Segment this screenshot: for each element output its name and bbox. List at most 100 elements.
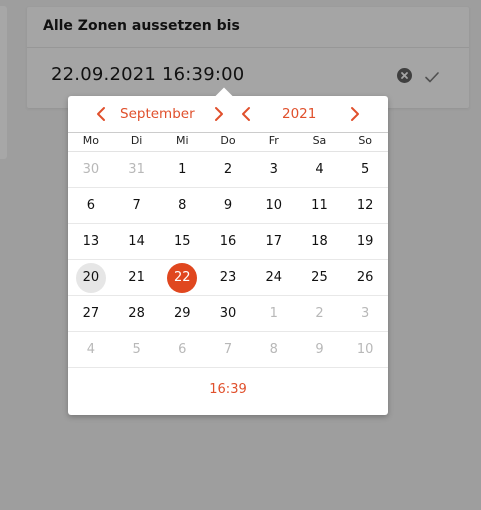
calendar-day-number: 10: [265, 198, 282, 213]
calendar-day[interactable]: 26: [342, 260, 388, 295]
weekday-label: Sa: [312, 134, 327, 147]
calendar-week-row: 27 28 29 30 1 2 3: [68, 296, 388, 332]
calendar-day-number: 30: [82, 162, 100, 177]
calendar-day[interactable]: 2: [205, 152, 251, 187]
calendar-day[interactable]: 14: [114, 224, 160, 259]
calendar-day-number: 1: [178, 162, 187, 177]
calendar-day[interactable]: 6: [159, 332, 205, 367]
calendar-day[interactable]: 28: [114, 296, 160, 331]
calendar-day-number: 23: [219, 270, 237, 285]
calendar-day[interactable]: 15: [159, 224, 205, 259]
calendar-day-number: 11: [311, 198, 328, 213]
calendar-day[interactable]: 10: [251, 188, 297, 223]
calendar-day[interactable]: 1: [251, 296, 297, 331]
calendar-day-number: 24: [265, 270, 282, 285]
prev-month-chevron-left-icon[interactable]: [95, 106, 109, 122]
calendar-day[interactable]: 4: [68, 332, 114, 367]
calendar-day-number: 13: [82, 234, 100, 249]
weekday-row: Mo Di Mi Do Fr Sa So: [68, 133, 388, 149]
calendar-day[interactable]: 8: [159, 188, 205, 223]
dialog-divider: [27, 47, 469, 48]
calendar-day-number: 21: [128, 270, 145, 285]
calendar-day-number: 5: [132, 342, 141, 357]
calendar-day[interactable]: 3: [342, 296, 388, 331]
calendar-day-number: 20: [75, 262, 106, 293]
weekday-label: Di: [130, 134, 143, 147]
calendar-day-number: 26: [356, 270, 374, 285]
calendar-day[interactable]: 7: [114, 188, 160, 223]
next-year-chevron-right-icon[interactable]: [347, 106, 361, 122]
calendar-day[interactable]: 3: [251, 152, 297, 187]
background-panel: [0, 6, 7, 159]
calendar-day-today[interactable]: 20: [68, 260, 114, 295]
clear-icon[interactable]: [397, 68, 412, 83]
calendar-day-number: 28: [128, 306, 145, 321]
calendar-day[interactable]: 19: [342, 224, 388, 259]
calendar-day-number: 4: [315, 162, 324, 177]
calendar-day[interactable]: 4: [297, 152, 343, 187]
calendar-day-number: 31: [128, 162, 145, 177]
calendar-day[interactable]: 27: [68, 296, 114, 331]
calendar-day[interactable]: 1: [159, 152, 205, 187]
calendar-day[interactable]: 12: [342, 188, 388, 223]
calendar-day[interactable]: 18: [297, 224, 343, 259]
calendar-day[interactable]: 9: [205, 188, 251, 223]
calendar-day[interactable]: 5: [114, 332, 160, 367]
calendar-day-number: 5: [361, 162, 370, 177]
weekday-label: Mo: [82, 134, 99, 147]
calendar-day-number: 15: [174, 234, 191, 249]
calendar-day[interactable]: 30: [68, 152, 114, 187]
calendar-day-number: 19: [356, 234, 374, 249]
calendar-week-row: 20 21 22 23 24 25 26: [68, 260, 388, 296]
calendar-day[interactable]: 8: [251, 332, 297, 367]
calendar-day[interactable]: 11: [297, 188, 343, 223]
calendar-day[interactable]: 5: [342, 152, 388, 187]
prev-year-chevron-left-icon[interactable]: [240, 106, 254, 122]
calendar-day[interactable]: 6: [68, 188, 114, 223]
calendar-day[interactable]: 9: [297, 332, 343, 367]
next-month-chevron-right-icon[interactable]: [211, 106, 225, 122]
calendar-day[interactable]: 24: [251, 260, 297, 295]
calendar-day-number: 22: [167, 262, 198, 293]
calendar-week-row: 6 7 8 9 10 11 12: [68, 188, 388, 224]
calendar-day-number: 6: [178, 342, 187, 357]
datetime-input[interactable]: 22.09.2021 16:39:00: [51, 64, 244, 85]
calendar-day-number: 12: [356, 198, 374, 213]
weekday-label: Mi: [176, 134, 189, 147]
calendar-day[interactable]: 2: [297, 296, 343, 331]
calendar-day[interactable]: 13: [68, 224, 114, 259]
calendar-day-number: 17: [265, 234, 282, 249]
calendar-day-number: 2: [315, 306, 324, 321]
calendar-day-number: 10: [356, 342, 374, 357]
calendar-grid: 30 31 1 2 3 4 5 6 7 8 9 10 11 12 13 14 15 16 17 18 19 20 21 22 2…: [68, 152, 388, 368]
calendar-day-number: 30: [219, 306, 237, 321]
calendar-day-number: 4: [86, 342, 95, 357]
calendar-day-number: 8: [178, 198, 187, 213]
month-label[interactable]: September: [120, 106, 195, 122]
calendar-day[interactable]: 7: [205, 332, 251, 367]
calendar-day[interactable]: 23: [205, 260, 251, 295]
calendar-day-selected[interactable]: 22: [159, 260, 205, 295]
calendar-day[interactable]: 31: [114, 152, 160, 187]
calendar-day[interactable]: 21: [114, 260, 160, 295]
calendar-week-row: 4 5 6 7 8 9 10: [68, 332, 388, 368]
dialog-title: Alle Zonen aussetzen bis: [43, 18, 240, 34]
calendar-day-number: 27: [82, 306, 100, 321]
calendar-day[interactable]: 17: [251, 224, 297, 259]
calendar-day-number: 9: [223, 198, 233, 213]
calendar-day[interactable]: 16: [205, 224, 251, 259]
calendar-day[interactable]: 25: [297, 260, 343, 295]
calendar-day-number: 6: [86, 198, 95, 213]
check-icon[interactable]: [424, 69, 440, 85]
calendar-day-number: 9: [315, 342, 324, 357]
time-selector[interactable]: 16:39: [68, 382, 388, 397]
calendar-day[interactable]: 10: [342, 332, 388, 367]
calendar-day-number: 3: [269, 162, 278, 177]
calendar-day[interactable]: 30: [205, 296, 251, 331]
year-label[interactable]: 2021: [282, 106, 316, 122]
date-picker-popup: September 2021 Mo Di Mi Do Fr Sa So 30 31 1 2 3 4 5 6…: [68, 87, 388, 415]
calendar-day[interactable]: 29: [159, 296, 205, 331]
picker-header: September 2021: [68, 96, 388, 132]
calendar-day-number: 25: [311, 270, 328, 285]
calendar-day-number: 29: [174, 306, 191, 321]
